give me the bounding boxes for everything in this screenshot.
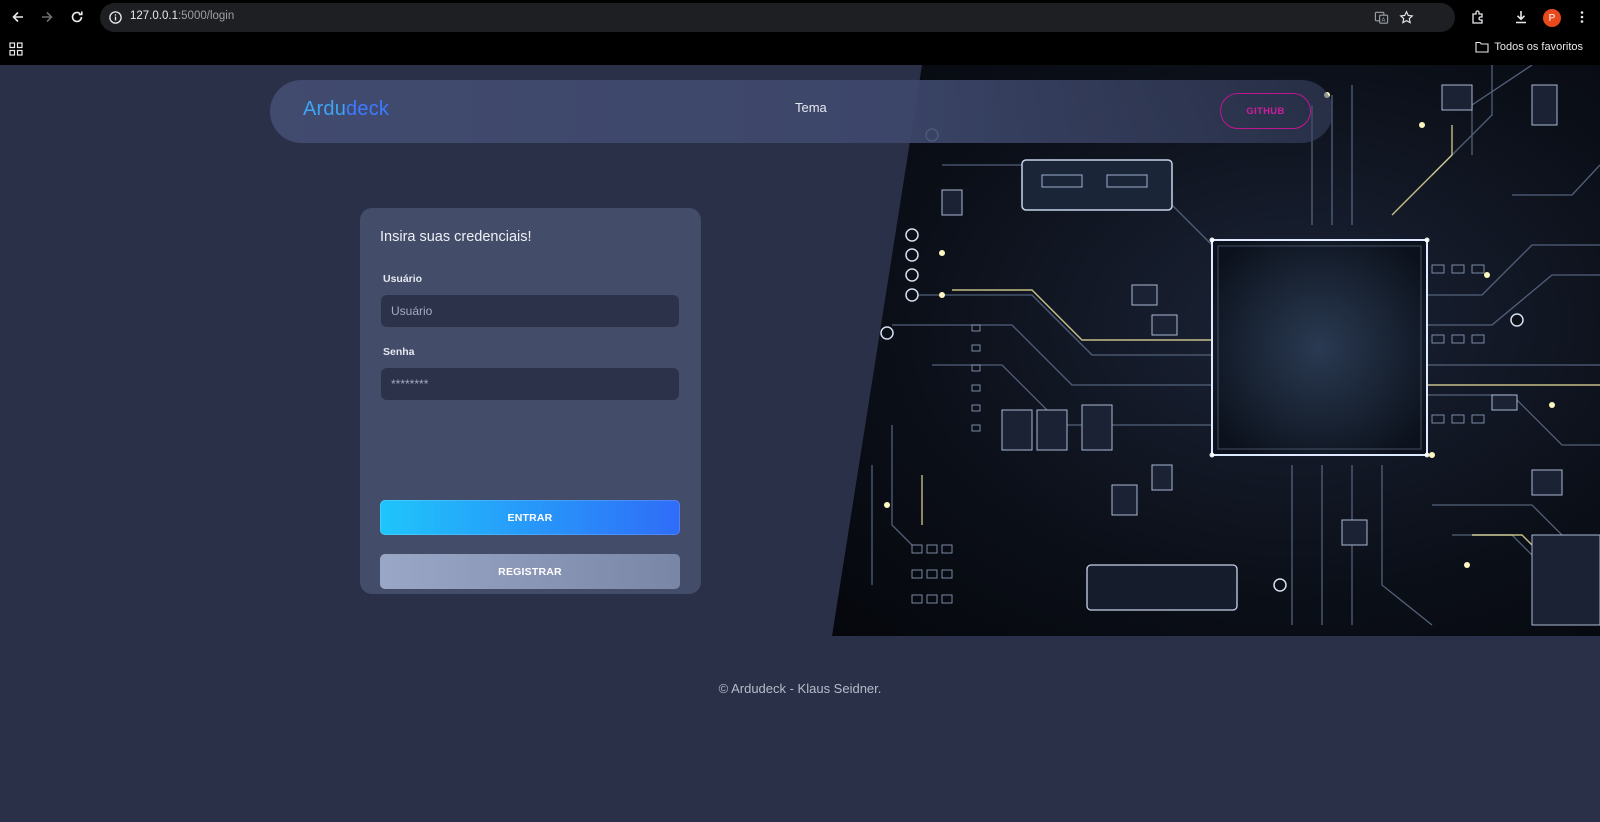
apps-grid-icon[interactable] bbox=[9, 42, 23, 56]
brand-logo-part2: deck bbox=[346, 98, 390, 120]
url-text[interactable]: 127.0.0.1:5000/login bbox=[130, 10, 234, 22]
browser-menu-button[interactable] bbox=[1572, 7, 1592, 27]
all-bookmarks-folder[interactable]: Todos os favoritos bbox=[1475, 41, 1583, 53]
site-info-icon[interactable] bbox=[108, 10, 123, 25]
theme-link[interactable]: Tema bbox=[795, 100, 827, 115]
svg-text:A: A bbox=[1382, 18, 1386, 24]
password-input[interactable] bbox=[381, 368, 679, 400]
browser-chrome: 127.0.0.1:5000/login A P Todos os favori… bbox=[0, 0, 1600, 65]
login-page: Ardudeck Tema GITHUB Insira suas credenc… bbox=[0, 65, 1600, 822]
star-icon bbox=[1399, 10, 1414, 24]
brand-logo-part1: Ardu bbox=[303, 98, 347, 120]
brand-logo[interactable]: Ardudeck bbox=[303, 98, 389, 121]
top-navbar: Ardudeck Tema GITHUB bbox=[270, 80, 1333, 143]
login-title: Insira suas credenciais! bbox=[380, 229, 532, 245]
back-arrow-icon bbox=[12, 11, 23, 23]
address-bar[interactable]: 127.0.0.1:5000/login A bbox=[100, 3, 1455, 32]
footer-copyright: © Ardudeck - Klaus Seidner. bbox=[718, 681, 882, 696]
circuit-board-image bbox=[832, 65, 1600, 636]
login-button[interactable]: ENTRAR bbox=[380, 500, 680, 535]
downloads-button[interactable] bbox=[1511, 7, 1531, 27]
circuit-board-illustration bbox=[871, 65, 1600, 626]
url-host: 127.0.0.1 bbox=[130, 10, 178, 22]
translate-button[interactable]: A bbox=[1373, 9, 1390, 26]
username-label: Usuário bbox=[383, 273, 423, 285]
bookmarks-bar: Todos os favoritos bbox=[0, 34, 1600, 65]
profile-avatar[interactable]: P bbox=[1543, 9, 1561, 27]
extensions-button[interactable] bbox=[1468, 7, 1488, 27]
reload-button[interactable] bbox=[67, 7, 87, 27]
bookmark-star-button[interactable] bbox=[1398, 9, 1415, 26]
password-label: Senha bbox=[383, 346, 415, 358]
forward-button[interactable] bbox=[37, 7, 57, 27]
reload-icon bbox=[71, 11, 83, 23]
username-input[interactable] bbox=[381, 295, 679, 327]
forward-arrow-icon bbox=[42, 11, 53, 23]
register-button[interactable]: REGISTRAR bbox=[380, 554, 680, 589]
browser-toolbar: 127.0.0.1:5000/login A P bbox=[0, 0, 1600, 34]
github-button[interactable]: GITHUB bbox=[1220, 93, 1311, 129]
more-vertical-icon bbox=[1580, 11, 1584, 23]
all-bookmarks-label: Todos os favoritos bbox=[1494, 41, 1583, 53]
folder-icon bbox=[1475, 41, 1489, 53]
url-path: :5000/login bbox=[177, 10, 235, 22]
login-card: Insira suas credenciais! Usuário Senha E… bbox=[360, 208, 701, 594]
translate-icon: A bbox=[1374, 11, 1389, 24]
back-button[interactable] bbox=[8, 7, 28, 27]
puzzle-icon bbox=[1472, 10, 1483, 24]
download-icon bbox=[1516, 11, 1526, 24]
